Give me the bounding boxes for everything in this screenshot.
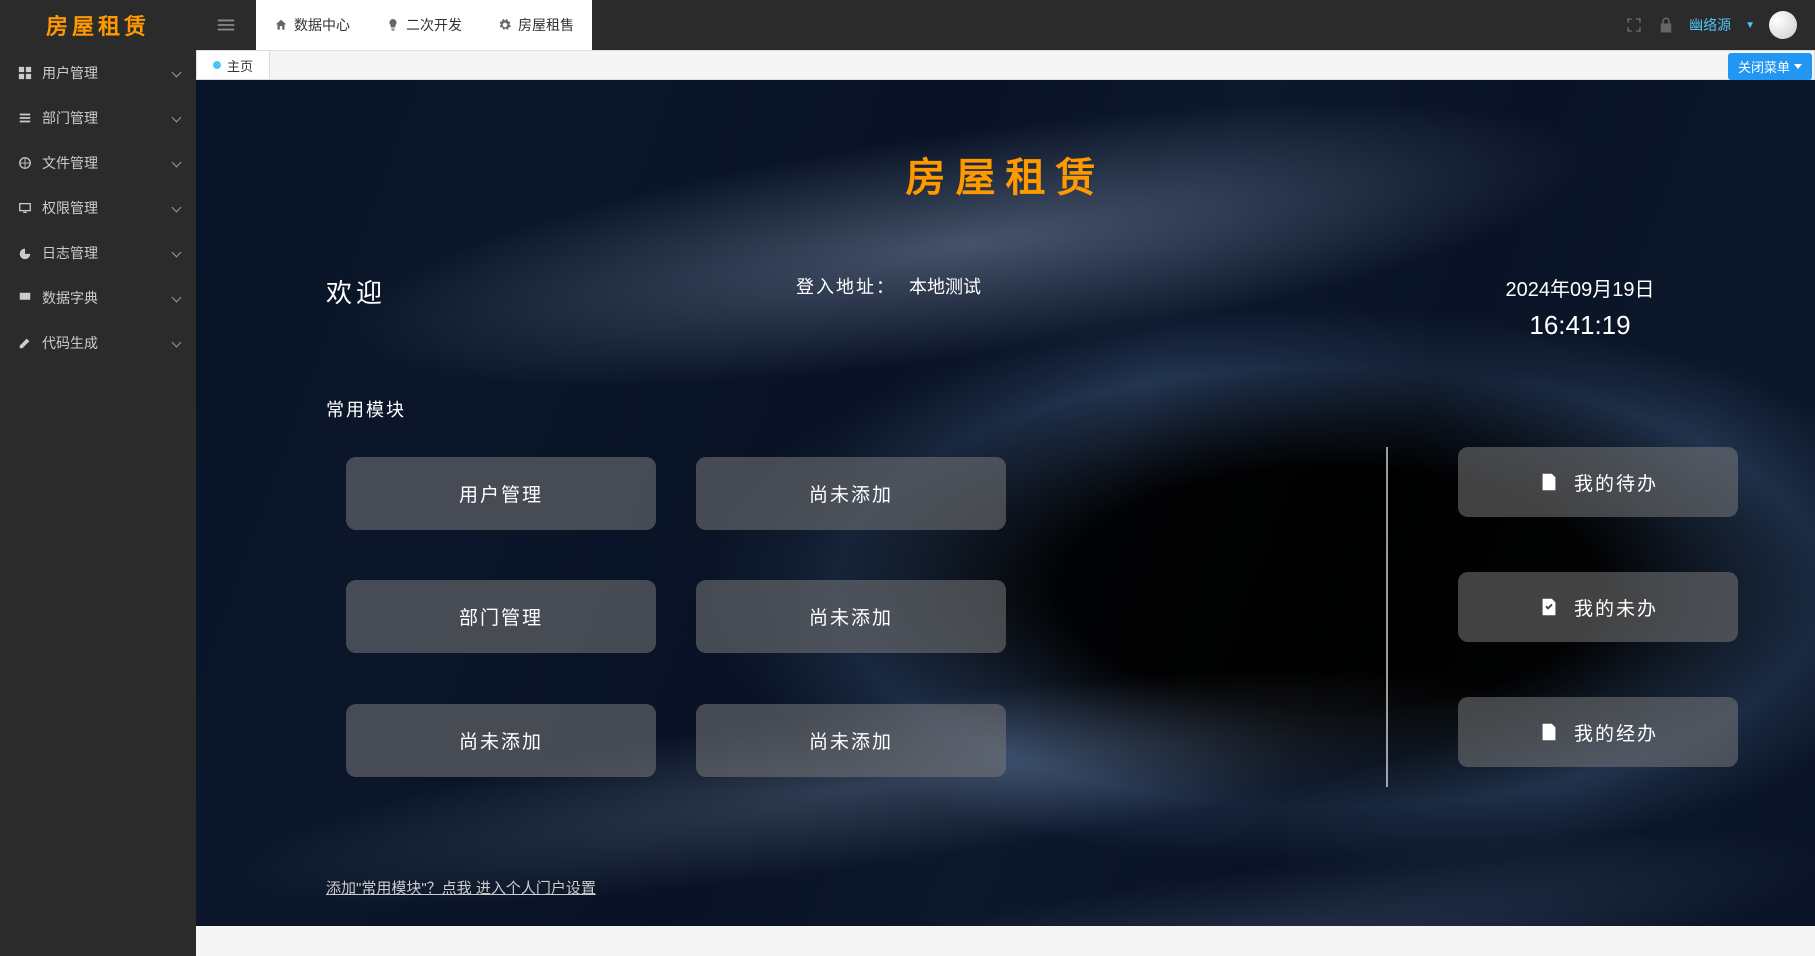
modules-label: 常用模块 — [196, 396, 1815, 422]
my-tasks: 我的待办 我的未办 我的经办 — [1458, 447, 1738, 787]
portal-settings-link[interactable]: 添加"常用模块"？点我 进入个人门户设置 — [326, 877, 596, 898]
chevron-down-icon — [172, 248, 182, 258]
tab-home[interactable]: 主页 — [197, 51, 270, 79]
doc-user-icon — [1538, 721, 1560, 743]
sidebar-label: 数据字典 — [42, 288, 98, 308]
globe-icon — [18, 156, 32, 170]
doc-icon — [1538, 471, 1560, 493]
vertical-divider — [1386, 447, 1388, 787]
login-address: 登入地址： 本地测试 — [616, 273, 1395, 341]
nav-data-center[interactable]: 数据中心 — [256, 0, 368, 50]
dashboard-icon — [18, 246, 32, 260]
bulb-icon — [386, 18, 400, 32]
home-icon — [274, 18, 288, 32]
close-menu-label: 关闭菜单 — [1738, 57, 1790, 76]
chevron-down-icon — [172, 68, 182, 78]
nav-label: 房屋租售 — [518, 15, 574, 35]
content-area: 主页 关闭菜单 房屋租赁 欢迎 登入地址： 本地测试 2024年09月19日 1… — [196, 50, 1815, 956]
task-label: 我的待办 — [1574, 469, 1658, 496]
topbar: 房屋租赁 数据中心 二次开发 房屋租售 幽络源 ▼ — [0, 0, 1815, 50]
sidebar: 用户管理 部门管理 文件管理 权限管理 日志管理 数据字典 — [0, 50, 196, 956]
sidebar-toggle[interactable] — [196, 0, 256, 50]
dashboard: 房屋租赁 欢迎 登入地址： 本地测试 2024年09月19日 16:41:19 … — [196, 80, 1815, 926]
sidebar-item-dept[interactable]: 部门管理 — [0, 95, 196, 140]
date-text: 2024年09月19日 — [1395, 273, 1765, 302]
lock-icon[interactable] — [1657, 16, 1675, 34]
username[interactable]: 幽络源 — [1689, 15, 1731, 35]
module-btn-empty[interactable]: 尚未添加 — [346, 704, 656, 777]
sidebar-label: 权限管理 — [42, 198, 98, 218]
time-text: 16:41:19 — [1395, 310, 1765, 341]
chevron-down-icon — [172, 158, 182, 168]
chevron-down-icon — [172, 113, 182, 123]
top-nav: 数据中心 二次开发 房屋租售 — [256, 0, 592, 50]
sidebar-item-dict[interactable]: 数据字典 — [0, 275, 196, 320]
dashboard-title: 房屋租赁 — [196, 80, 1815, 203]
nav-label: 数据中心 — [294, 15, 350, 35]
task-done[interactable]: 我的经办 — [1458, 697, 1738, 767]
sidebar-label: 部门管理 — [42, 108, 98, 128]
module-btn-empty[interactable]: 尚未添加 — [696, 580, 1006, 653]
sidebar-item-code[interactable]: 代码生成 — [0, 320, 196, 365]
tab-label: 主页 — [227, 56, 253, 75]
top-right: 幽络源 ▼ — [1625, 11, 1797, 39]
modules-grid: 用户管理 尚未添加 部门管理 尚未添加 尚未添加 尚未添加 — [346, 457, 1166, 787]
tab-bar: 主页 关闭菜单 — [196, 50, 1815, 80]
modules-area: 用户管理 尚未添加 部门管理 尚未添加 尚未添加 尚未添加 我的待办 我的未办 — [196, 457, 1815, 787]
list-icon — [18, 111, 32, 125]
gear-icon — [498, 18, 512, 32]
grid-icon — [18, 291, 32, 305]
brand-logo: 房屋租赁 — [0, 9, 196, 41]
task-label: 我的经办 — [1574, 719, 1658, 746]
sidebar-item-log[interactable]: 日志管理 — [0, 230, 196, 275]
task-undone[interactable]: 我的未办 — [1458, 572, 1738, 642]
sidebar-item-perm[interactable]: 权限管理 — [0, 185, 196, 230]
doc-check-icon — [1538, 596, 1560, 618]
grid-icon — [18, 66, 32, 80]
fullscreen-icon[interactable] — [1625, 16, 1643, 34]
nav-dev[interactable]: 二次开发 — [368, 0, 480, 50]
sidebar-label: 用户管理 — [42, 63, 98, 83]
sidebar-item-file[interactable]: 文件管理 — [0, 140, 196, 185]
sidebar-item-user[interactable]: 用户管理 — [0, 50, 196, 95]
module-btn-dept[interactable]: 部门管理 — [346, 580, 656, 653]
pencil-icon — [18, 336, 32, 350]
close-menu-button[interactable]: 关闭菜单 — [1728, 53, 1812, 80]
active-dot-icon — [213, 61, 221, 69]
chevron-down-icon — [172, 203, 182, 213]
sidebar-label: 代码生成 — [42, 333, 98, 353]
login-value: 本地测试 — [909, 277, 981, 297]
caret-down-icon — [1794, 64, 1802, 69]
avatar[interactable] — [1769, 11, 1797, 39]
bottom-gap — [196, 926, 1815, 956]
nav-label: 二次开发 — [406, 15, 462, 35]
chevron-down-icon — [172, 293, 182, 303]
sidebar-label: 文件管理 — [42, 153, 98, 173]
module-btn-empty[interactable]: 尚未添加 — [696, 704, 1006, 777]
module-btn-empty[interactable]: 尚未添加 — [696, 457, 1006, 530]
login-label: 登入地址： — [796, 277, 896, 297]
chevron-down-icon — [172, 338, 182, 348]
sidebar-label: 日志管理 — [42, 243, 98, 263]
welcome-text: 欢迎 — [196, 273, 616, 341]
menu-icon — [215, 14, 237, 36]
module-btn-user[interactable]: 用户管理 — [346, 457, 656, 530]
task-todo[interactable]: 我的待办 — [1458, 447, 1738, 517]
datetime: 2024年09月19日 16:41:19 — [1395, 273, 1815, 341]
monitor-icon — [18, 201, 32, 215]
info-row: 欢迎 登入地址： 本地测试 2024年09月19日 16:41:19 — [196, 273, 1815, 341]
nav-house-rent[interactable]: 房屋租售 — [480, 0, 592, 50]
task-label: 我的未办 — [1574, 594, 1658, 621]
